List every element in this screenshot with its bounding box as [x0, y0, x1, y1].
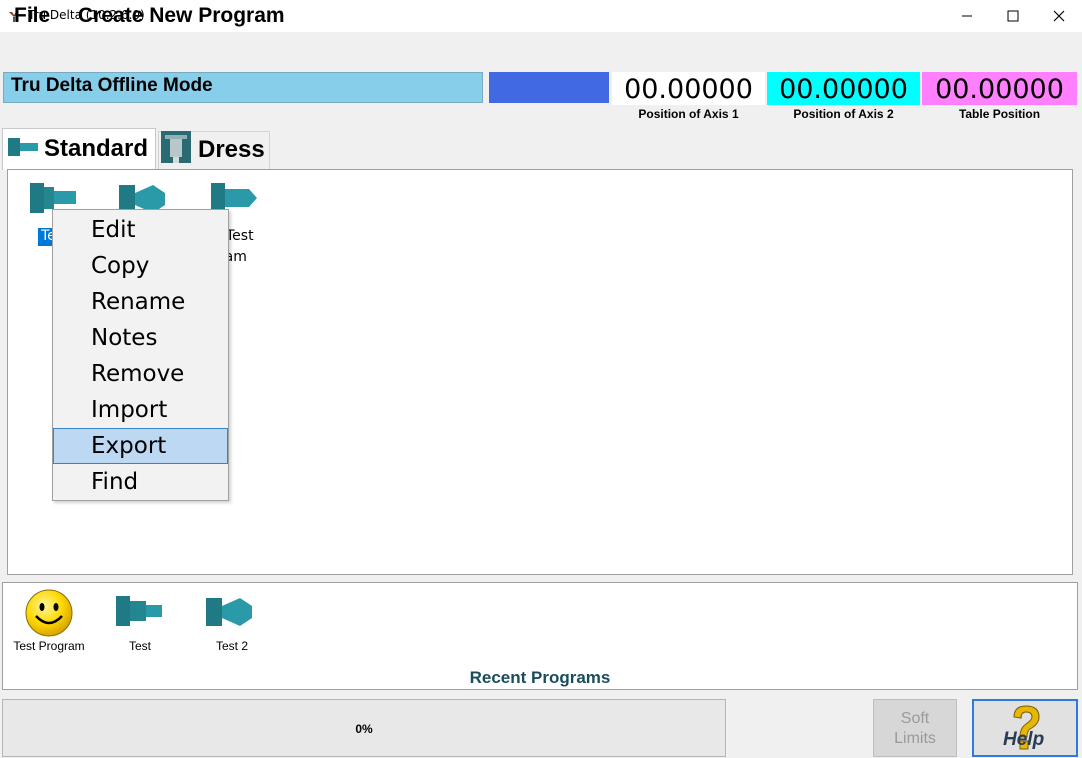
- minimize-button[interactable]: [944, 0, 990, 32]
- context-menu-notes[interactable]: Notes: [53, 320, 228, 356]
- minimize-icon: [962, 15, 972, 17]
- dress-icon: [161, 131, 191, 163]
- soft-limits-line2: Limits: [894, 730, 936, 747]
- menu-file[interactable]: File: [14, 4, 50, 28]
- axis1-position-value: 00.00000: [612, 72, 765, 105]
- close-icon: [1053, 10, 1065, 22]
- grid-item-label-line1[interactable]: Test: [226, 228, 254, 244]
- wheel-icon-flared[interactable]: [206, 596, 252, 628]
- mode-status-text: Tru Delta Offline Mode: [11, 75, 213, 96]
- context-menu-copy[interactable]: Copy: [53, 248, 228, 284]
- progress-text: 0%: [355, 722, 373, 736]
- wheel-icon: [8, 138, 38, 156]
- help-label: Help: [1003, 729, 1045, 750]
- menu-bar: [0, 32, 1082, 66]
- tab-standard-label: Standard: [44, 135, 149, 162]
- tab-dress-label: Dress: [198, 136, 265, 163]
- menu-create-new-program[interactable]: Create New Program: [78, 4, 285, 28]
- maximize-button[interactable]: [990, 0, 1036, 32]
- context-menu-rename[interactable]: Rename: [53, 284, 228, 320]
- recent-item-label[interactable]: Test: [110, 639, 170, 653]
- smiley-icon[interactable]: [24, 588, 74, 638]
- context-menu-import[interactable]: Import: [53, 392, 228, 428]
- context-menu-remove[interactable]: Remove: [53, 356, 228, 392]
- close-button[interactable]: [1036, 0, 1082, 32]
- table-position-value: 00.00000: [922, 72, 1077, 105]
- soft-limits-line1: Soft: [900, 710, 930, 727]
- axis2-position-label: Position of Axis 2: [793, 107, 894, 121]
- context-menu-find[interactable]: Find: [53, 464, 228, 500]
- recent-item-label[interactable]: Test 2: [202, 639, 262, 653]
- soft-limits-button[interactable]: Soft Limits: [873, 699, 957, 757]
- recent-item-label[interactable]: Test Program: [10, 639, 88, 653]
- maximize-icon: [1007, 10, 1019, 22]
- context-menu-edit[interactable]: Edit: [53, 212, 228, 248]
- axis2-position-value: 00.00000: [767, 72, 920, 105]
- recent-programs-title: Recent Programs: [469, 668, 611, 687]
- axis1-position-label: Position of Axis 1: [638, 107, 739, 121]
- wheel-icon[interactable]: [116, 596, 162, 626]
- table-position-label: Table Position: [958, 107, 1041, 121]
- context-menu-export[interactable]: Export: [53, 428, 228, 464]
- status-indicator-block: [489, 72, 609, 103]
